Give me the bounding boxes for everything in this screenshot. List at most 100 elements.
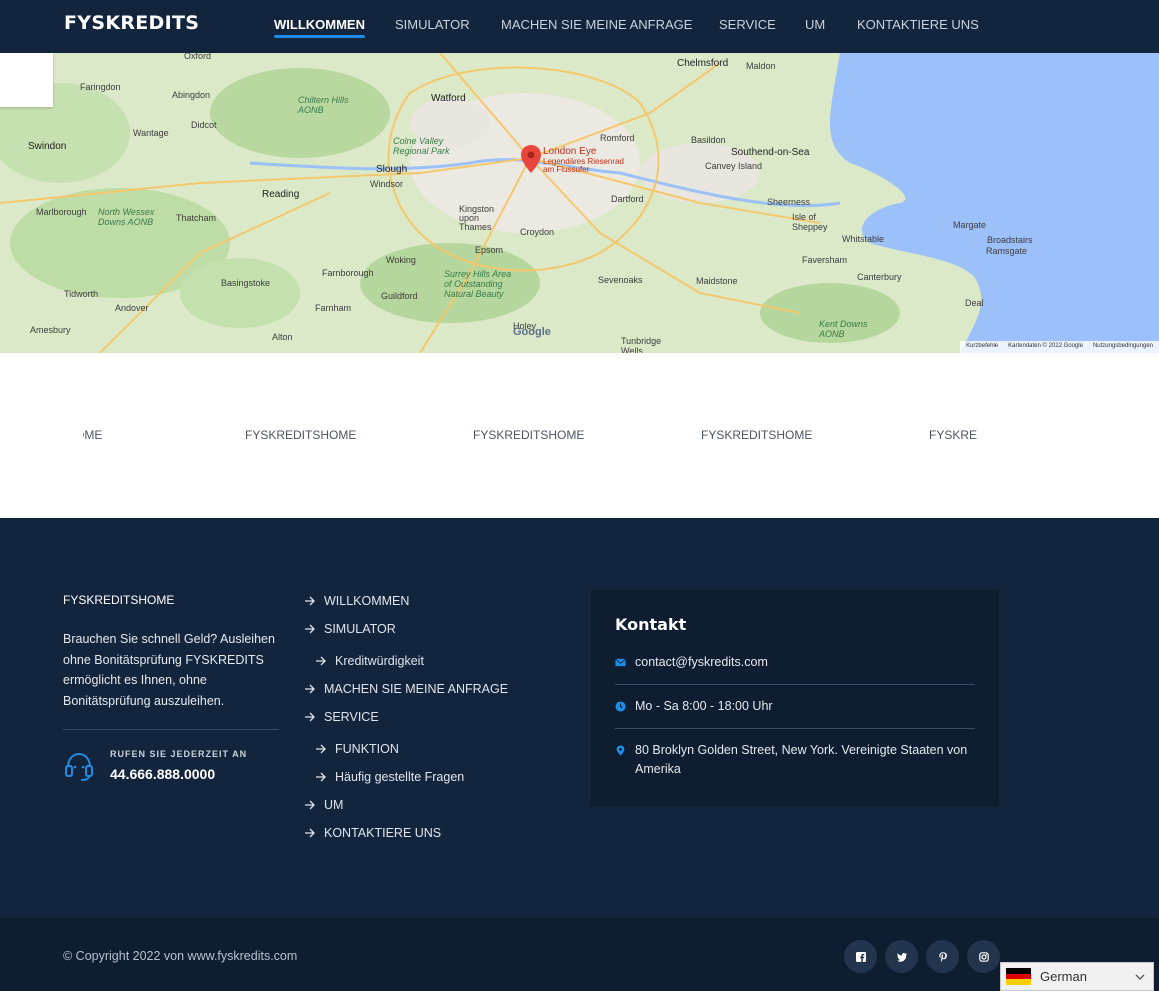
map-place: Sevenoaks xyxy=(598,275,643,285)
map-place: Sheerness xyxy=(767,197,811,207)
nav-item-willkommen[interactable]: WILLKOMMEN xyxy=(274,17,365,38)
footer-description: Brauchen Sie schnell Geld? Ausleihen ohn… xyxy=(63,632,275,708)
map-place: Chiltern Hills AONB xyxy=(298,95,349,115)
arrow-right-icon xyxy=(316,772,326,782)
language-label: German xyxy=(1040,969,1087,984)
map-place: Tunbridge Wells xyxy=(621,336,662,353)
map-place: Chelmsford xyxy=(677,58,729,69)
german-flag-icon xyxy=(1006,968,1031,986)
twitter-icon xyxy=(896,952,907,962)
map-place: Windsor xyxy=(370,179,404,189)
map-attribution: Kurzbefehle Kartendaten © 2022 Google Nu… xyxy=(960,341,1159,353)
map-place: Amesbury xyxy=(30,325,71,335)
instagram-icon xyxy=(978,951,989,962)
map-place: Isle of Sheppey xyxy=(792,212,828,232)
map-place: Guildford xyxy=(381,291,418,301)
footer-link-funktion[interactable]: FUNKTION xyxy=(315,742,399,756)
contact-hours: Mo - Sa 8:00 - 18:00 Uhr xyxy=(635,699,773,713)
contact-address-row: 80 Broklyn Golden Street, New York. Vere… xyxy=(615,741,975,779)
arrow-right-icon xyxy=(305,596,315,606)
twitter-button[interactable] xyxy=(885,940,918,973)
map-place: Alton xyxy=(272,332,293,342)
brand-marquee: TSHOME FYSKREDITSHOME FYSKREDITSHOME FYS… xyxy=(83,428,979,446)
google-map[interactable]: London Eye Legendäres Riesenrad am Fluss… xyxy=(0,53,1159,353)
map-place: Broadstairs xyxy=(987,235,1033,245)
map-place: Deal xyxy=(965,298,984,308)
map-place: Didcot xyxy=(191,120,217,130)
footer-link-willkommen[interactable]: WILLKOMMEN xyxy=(304,594,409,608)
contact-email[interactable]: contact@fyskredits.com xyxy=(615,653,975,672)
footer-link-service[interactable]: SERVICE xyxy=(304,710,379,724)
map-place: Oxford xyxy=(184,53,212,61)
facebook-button[interactable] xyxy=(844,940,877,973)
footer-link-faq[interactable]: Häufig gestellte Fragen xyxy=(315,770,464,784)
marquee-item: FYSKREDITSHOME xyxy=(701,428,813,442)
nav-item-kontakt[interactable]: KONTAKTIERE UNS xyxy=(857,17,979,32)
nav-item-um[interactable]: UM xyxy=(805,17,825,32)
footer-brand: FYSKREDITSHOME xyxy=(63,593,175,607)
mail-icon xyxy=(615,658,626,667)
instagram-button[interactable] xyxy=(967,940,1000,973)
arrow-right-icon xyxy=(316,656,326,666)
pinterest-icon xyxy=(938,951,947,962)
map-place: North Wessex Downs AONB xyxy=(98,207,155,227)
map-shortcuts-link[interactable]: Kurzbefehle xyxy=(966,343,998,351)
contact-hours-row: Mo - Sa 8:00 - 18:00 Uhr xyxy=(615,697,975,716)
contact-address: 80 Broklyn Golden Street, New York. Vere… xyxy=(635,743,968,776)
arrow-right-icon xyxy=(305,712,315,722)
map-place: Slough xyxy=(376,164,408,175)
nav-item-anfrage[interactable]: MACHEN SIE MEINE ANFRAGE xyxy=(501,17,692,32)
nav-item-simulator[interactable]: SIMULATOR xyxy=(395,17,470,32)
contact-email-row[interactable]: contact@fyskredits.com xyxy=(615,653,975,672)
pin-label-sub2: am Flussufer xyxy=(543,165,590,174)
nav-item-service[interactable]: SERVICE xyxy=(719,17,776,32)
footer-link-label: Kreditwürdigkeit xyxy=(335,654,424,668)
footer-link-simulator[interactable]: SIMULATOR xyxy=(304,622,396,636)
brand-logo[interactable]: FYSKREDITS xyxy=(64,12,199,34)
map-data-credit: Kartendaten © 2022 Google xyxy=(1008,343,1083,349)
map-place: Woking xyxy=(386,255,416,265)
map-place: Basingstoke xyxy=(221,278,271,288)
footer-link-label: FUNKTION xyxy=(335,742,399,756)
map-place: Romford xyxy=(600,133,635,143)
call-number[interactable]: 44.666.888.0000 xyxy=(110,766,215,782)
map-place: Colne Valley Regional Park xyxy=(393,136,450,156)
map-place: Canvey Island xyxy=(705,161,763,171)
pin-label-title: London Eye xyxy=(543,146,597,157)
map-place: Faversham xyxy=(802,255,848,265)
bottom-bar: © Copyright 2022 von www.fyskredits.com xyxy=(0,918,1159,991)
footer-link-label: WILLKOMMEN xyxy=(324,594,410,608)
footer-link-um[interactable]: UM xyxy=(304,798,343,812)
footer-link-label: Häufig gestellte Fragen xyxy=(335,770,465,784)
map-place: Tidworth xyxy=(64,289,99,299)
map-place: Farnham xyxy=(315,303,352,313)
top-navbar: FYSKREDITS WILLKOMMEN SIMULATOR MACHEN S… xyxy=(0,0,1159,53)
arrow-right-icon xyxy=(305,684,315,694)
contact-divider xyxy=(615,684,975,685)
footer-link-kreditwuerdigkeit[interactable]: Kreditwürdigkeit xyxy=(315,654,424,668)
copyright-text: © Copyright 2022 von www.fyskredits.com xyxy=(63,949,298,963)
footer-link-label: KONTAKTIERE UNS xyxy=(324,826,442,840)
map-place: Maldon xyxy=(746,61,776,71)
arrow-right-icon xyxy=(316,744,326,754)
map-place: Croydon xyxy=(520,227,555,237)
footer-link-anfrage[interactable]: MACHEN SIE MEINE ANFRAGE xyxy=(304,682,508,696)
map-place: Wantage xyxy=(133,128,169,138)
map-place: Dartford xyxy=(611,194,644,204)
map-place: Epsom xyxy=(475,245,504,255)
marquee-item: FYSKRE xyxy=(929,428,978,442)
footer-link-kontakt[interactable]: KONTAKTIERE UNS xyxy=(304,826,441,840)
marquee-item: FYSKREDITSHOME xyxy=(245,428,357,442)
language-selector[interactable]: German xyxy=(1000,962,1154,991)
map-place: Kent Downs AONB xyxy=(819,319,868,339)
contact-divider xyxy=(615,728,975,729)
map-terms-link[interactable]: Nutzungsbedingungen xyxy=(1093,343,1153,351)
call-label: RUFEN SIE JEDERZEIT AN xyxy=(110,749,248,759)
pinterest-button[interactable] xyxy=(926,940,959,973)
arrow-right-icon xyxy=(305,828,315,838)
map-place: Southend-on-Sea xyxy=(731,147,810,158)
map-place: Whitstable xyxy=(842,234,885,244)
marquee-item: FYSKREDITSHOME xyxy=(473,428,585,442)
map-place: Reading xyxy=(262,189,300,200)
map-control-panel[interactable] xyxy=(0,53,53,107)
